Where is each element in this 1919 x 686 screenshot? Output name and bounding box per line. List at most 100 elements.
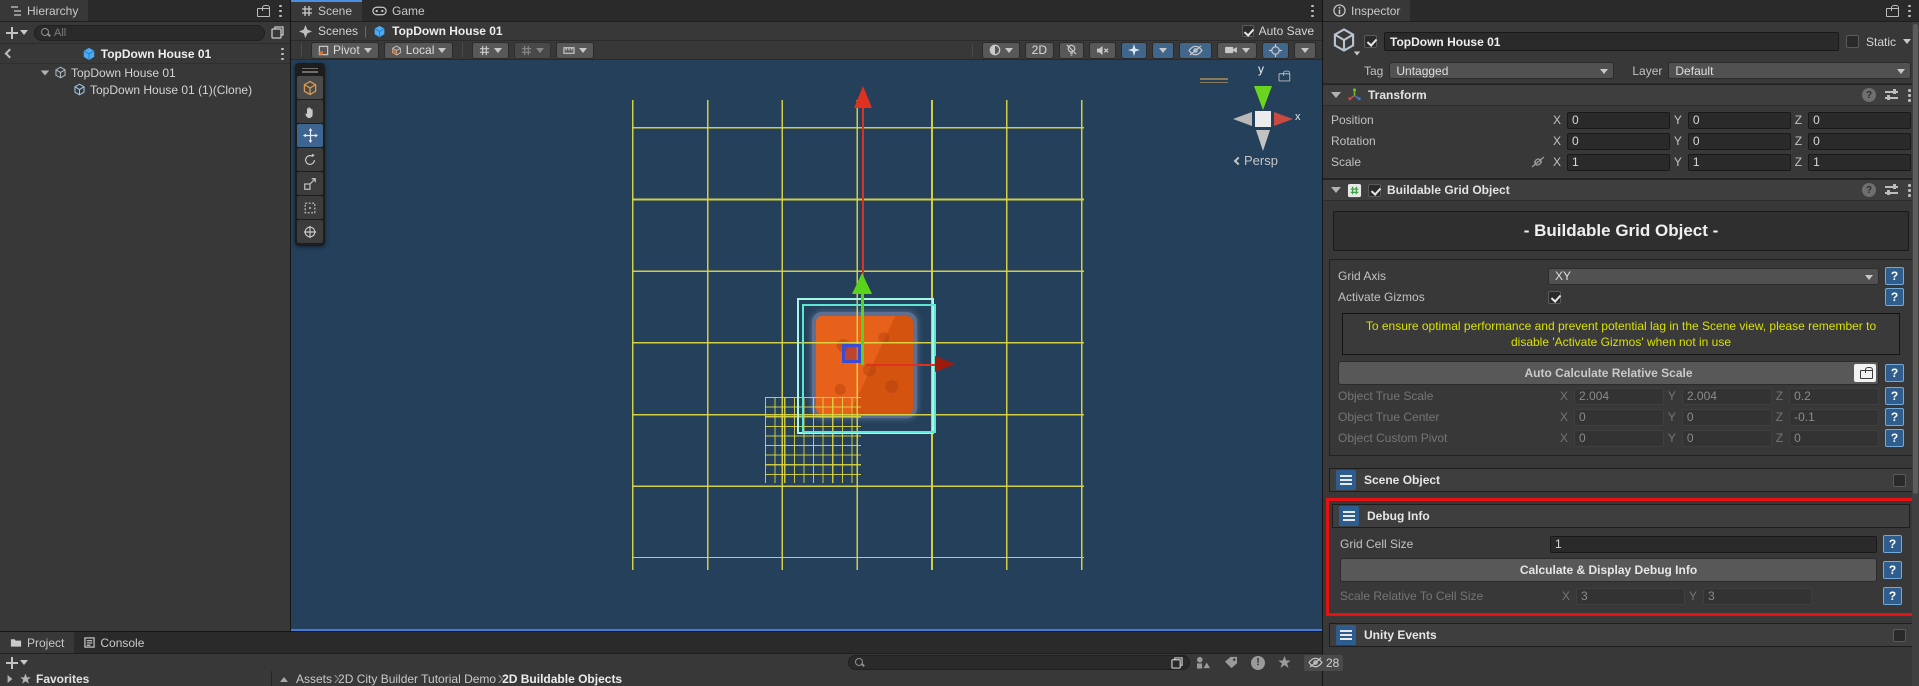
- gizmo-axis-line-red-right[interactable]: [866, 364, 936, 366]
- scale-z-field[interactable]: 1: [1808, 154, 1911, 171]
- gizmo-x-cone[interactable]: [1274, 112, 1293, 126]
- auto-save-checkbox[interactable]: [1242, 25, 1254, 37]
- tab-console[interactable]: Console: [74, 632, 154, 653]
- hierarchy-search-input[interactable]: [54, 27, 258, 39]
- foldout-icon[interactable]: [1331, 92, 1341, 98]
- rotation-y-field[interactable]: 0: [1688, 133, 1791, 150]
- open-search-window-icon[interactable]: [1171, 657, 1183, 669]
- presets-icon[interactable]: [1885, 89, 1898, 101]
- tree-item-clone[interactable]: TopDown House 01 (1)(Clone): [0, 81, 290, 98]
- foldout-icon[interactable]: [8, 675, 13, 683]
- alert-icon[interactable]: !: [1251, 656, 1265, 670]
- breadcrumb-current[interactable]: 2D Buildable Objects: [502, 672, 622, 686]
- foldout-icon[interactable]: [1331, 187, 1341, 193]
- effects-toggle-button[interactable]: [1121, 42, 1147, 59]
- help-button[interactable]: ?: [1885, 267, 1904, 285]
- kebab-menu-icon[interactable]: [280, 47, 284, 61]
- local-button[interactable]: Local: [384, 42, 454, 59]
- presets-icon[interactable]: [1885, 184, 1898, 196]
- tab-inspector[interactable]: Inspector: [1323, 0, 1410, 21]
- gizmo-y-cone[interactable]: [1254, 86, 1272, 110]
- position-x-field[interactable]: 0: [1567, 112, 1670, 129]
- tab-game[interactable]: Game: [362, 0, 435, 21]
- favorites-row[interactable]: Favorites: [0, 671, 272, 686]
- tag-dropdown[interactable]: Untagged: [1389, 62, 1614, 79]
- buildable-grid-object-header[interactable]: Buildable Grid Object ?: [1323, 179, 1919, 201]
- camera-preview-button[interactable]: [1217, 42, 1257, 59]
- prefab-header-row[interactable]: TopDown House 01: [0, 44, 290, 64]
- auto-calculate-button[interactable]: Auto Calculate Relative Scale: [1338, 361, 1879, 385]
- pick-window-icon[interactable]: [271, 26, 284, 39]
- tab-hierarchy[interactable]: Hierarchy: [0, 0, 88, 21]
- kebab-menu-icon[interactable]: [1907, 183, 1911, 197]
- help-button[interactable]: ?: [1885, 364, 1904, 382]
- create-asset-button[interactable]: [6, 657, 28, 669]
- unity-events-section[interactable]: Unity Events: [1329, 623, 1913, 647]
- favorites-star-icon[interactable]: [1278, 656, 1291, 669]
- help-button[interactable]: ?: [1885, 408, 1904, 426]
- gizmo-arrowhead-red-right[interactable]: [935, 356, 955, 372]
- scene-object-section[interactable]: Scene Object: [1329, 468, 1913, 492]
- active-checkbox[interactable]: [1364, 35, 1377, 48]
- hand-tool-button[interactable]: [297, 100, 323, 123]
- help-button[interactable]: ?: [1883, 561, 1902, 579]
- static-checkbox[interactable]: [1846, 35, 1859, 48]
- auto-save-toggle[interactable]: Auto Save: [1242, 24, 1314, 38]
- rotation-x-field[interactable]: 0: [1567, 133, 1670, 150]
- linked-scale-icon[interactable]: [1531, 156, 1545, 168]
- breadcrumb-assets[interactable]: Assets: [296, 672, 332, 686]
- move-tool-button[interactable]: [297, 124, 323, 147]
- static-dropdown-icon[interactable]: [1903, 39, 1911, 44]
- activate-gizmos-checkbox[interactable]: [1548, 291, 1561, 304]
- tree-item-root[interactable]: TopDown House 01: [0, 64, 290, 81]
- transform-tool-button[interactable]: [297, 220, 323, 243]
- kebab-menu-icon[interactable]: [278, 4, 282, 18]
- position-y-field[interactable]: 0: [1688, 112, 1791, 129]
- hidden-items-button[interactable]: 28: [1304, 655, 1343, 671]
- gizmo-lock-icon[interactable]: [1279, 71, 1289, 82]
- scale-y-field[interactable]: 1: [1688, 154, 1791, 171]
- scale-tool-button[interactable]: [297, 172, 323, 195]
- filter-by-type-icon[interactable]: [1196, 656, 1211, 669]
- rotate-tool-button[interactable]: [297, 148, 323, 171]
- section-checkbox[interactable]: [1893, 474, 1906, 487]
- lock-icon[interactable]: [1886, 5, 1897, 17]
- rotation-z-field[interactable]: 0: [1808, 133, 1911, 150]
- grid-snap-button[interactable]: [514, 42, 551, 59]
- component-enabled-checkbox[interactable]: [1368, 184, 1381, 197]
- grid-visual-button[interactable]: [472, 42, 509, 59]
- gizmo-axis-line-green[interactable]: [861, 292, 864, 365]
- kebab-menu-icon[interactable]: [1907, 88, 1911, 102]
- project-search[interactable]: [848, 655, 1190, 670]
- inspector-scrollbar[interactable]: [1912, 22, 1919, 686]
- kebab-menu-icon[interactable]: [1907, 4, 1911, 18]
- 2d-mode-button[interactable]: 2D: [1025, 42, 1054, 59]
- hierarchy-search[interactable]: [34, 25, 265, 41]
- help-button[interactable]: ?: [1885, 288, 1904, 306]
- gizmos-dropdown-button[interactable]: [1294, 42, 1316, 59]
- effects-dropdown-button[interactable]: [1152, 42, 1174, 59]
- tab-project[interactable]: Project: [0, 632, 74, 653]
- collapse-icon[interactable]: [280, 677, 288, 682]
- audio-toggle-button[interactable]: [1089, 42, 1116, 59]
- lock-toggle-button[interactable]: [1854, 364, 1876, 382]
- position-z-field[interactable]: 0: [1808, 112, 1911, 129]
- gizmo-square[interactable]: [1255, 111, 1271, 127]
- transform-header[interactable]: Transform ?: [1323, 84, 1919, 106]
- project-search-input[interactable]: [868, 657, 1167, 669]
- breadcrumb-folder[interactable]: 2D City Builder Tutorial Demo: [338, 672, 496, 686]
- pivot-handle[interactable]: [842, 344, 861, 363]
- gizmo-arrowhead-red-up[interactable]: [854, 86, 872, 108]
- grid-cell-size-field[interactable]: 1: [1550, 536, 1877, 553]
- rect-tool-button[interactable]: [297, 196, 323, 219]
- foldout-icon[interactable]: [41, 70, 50, 75]
- layer-dropdown[interactable]: Default: [1668, 62, 1911, 79]
- calculate-debug-button[interactable]: Calculate & Display Debug Info: [1340, 558, 1877, 582]
- help-button[interactable]: ?: [1883, 535, 1902, 553]
- view-tool-button[interactable]: [297, 76, 323, 99]
- snap-increment-button[interactable]: [556, 42, 594, 59]
- gameobject-icon-button[interactable]: [1331, 27, 1357, 56]
- scene-visibility-button[interactable]: [1179, 42, 1212, 59]
- gizmo-arrowhead-green[interactable]: [852, 273, 872, 294]
- gameobject-name-field[interactable]: [1384, 32, 1839, 51]
